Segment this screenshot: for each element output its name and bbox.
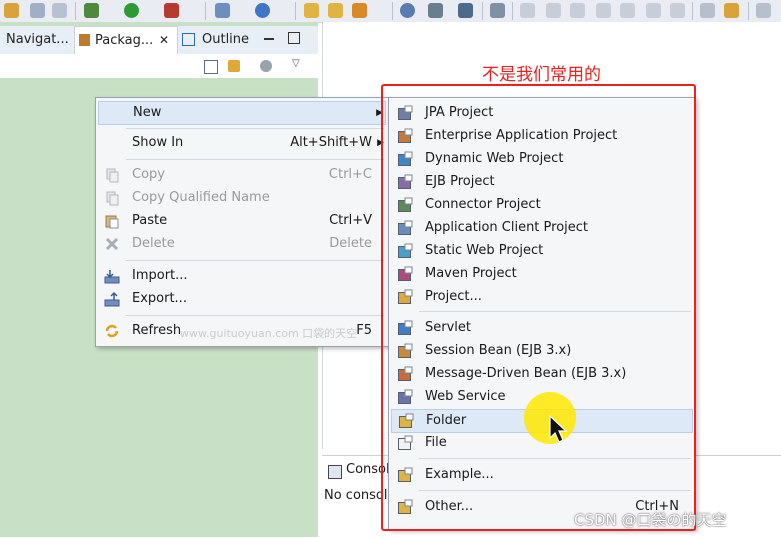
run-icon[interactable] — [124, 3, 139, 18]
refresh-shortcut: F5 — [356, 323, 372, 338]
monitor-icon[interactable] — [458, 3, 473, 18]
copy-shortcut: Ctrl+C — [328, 167, 372, 182]
search-icon[interactable] — [352, 3, 367, 18]
terminate-icon[interactable] — [570, 3, 585, 18]
globe-icon[interactable] — [400, 3, 415, 18]
menu-item-copy-label: Copy — [132, 167, 165, 182]
collapse-all-icon[interactable] — [204, 60, 218, 74]
toolbar-icon[interactable] — [4, 3, 19, 18]
menu-item-copy-qualified-label: Copy Qualified Name — [132, 190, 270, 205]
focus-icon[interactable] — [260, 60, 272, 72]
close-icon[interactable]: ✕ — [159, 27, 169, 54]
menu-item-paste[interactable]: Paste Ctrl+V — [98, 210, 386, 232]
open-folder-icon[interactable] — [328, 3, 343, 18]
delete-shortcut: Delete — [329, 236, 372, 251]
new-web-icon[interactable] — [255, 3, 270, 18]
menu-item-export-label: Export... — [132, 291, 187, 306]
pin-icon[interactable] — [428, 3, 443, 18]
mouse-cursor-icon — [548, 414, 568, 448]
minimize-icon[interactable] — [264, 38, 274, 40]
refresh-icon — [104, 323, 120, 339]
save-all-icon[interactable] — [52, 3, 67, 18]
link-editor-icon[interactable] — [228, 60, 240, 72]
copy-icon — [104, 167, 120, 183]
tool-icon[interactable] — [490, 3, 505, 18]
package-icon — [79, 34, 90, 46]
context-menu: New ▶ Show In Alt+Shift+W ▶ Copy Ctrl+C … — [95, 97, 389, 347]
menu-item-new[interactable]: New ▶ — [98, 101, 386, 125]
menu-item-show-in-label: Show In — [132, 135, 184, 150]
left-tab-bar: Navigat... Packag... ✕ Outline — [0, 26, 318, 55]
menu-item-paste-label: Paste — [132, 213, 168, 228]
menu-item-delete[interactable]: Delete Delete — [98, 233, 386, 255]
annotation-label: 不是我们常用的 — [482, 65, 601, 85]
view-menu-icon[interactable]: ▽ — [292, 58, 300, 69]
delete-icon — [104, 236, 120, 252]
tab-outline-label: Outline — [202, 32, 250, 47]
resume-icon[interactable] — [520, 3, 535, 18]
menu-item-copy-qualified-name[interactable]: Copy Qualified Name — [98, 187, 386, 209]
tab-navigator[interactable]: Navigat... — [6, 26, 69, 53]
csdn-watermark: CSDN @口袋の的天空 — [574, 511, 727, 529]
faint-watermark: www.guituoyuan.com 口袋的天空 — [180, 327, 358, 340]
next-annotation-icon[interactable] — [724, 3, 739, 18]
save-icon[interactable] — [30, 3, 45, 18]
step-over-icon[interactable] — [620, 3, 635, 18]
main-toolbar — [0, 0, 781, 23]
show-in-shortcut: Alt+Shift+W — [290, 135, 372, 150]
menu-item-copy[interactable]: Copy Ctrl+C — [98, 164, 386, 186]
external-tools-icon[interactable] — [164, 3, 179, 18]
console-text: No consol — [324, 488, 388, 503]
menu-item-refresh-label: Refresh — [132, 323, 182, 338]
import-icon — [104, 268, 120, 284]
paste-icon — [104, 213, 120, 229]
console-icon — [328, 465, 342, 479]
tab-package-label: Packag... — [95, 33, 154, 48]
drop-frame-icon[interactable] — [670, 3, 685, 18]
tab-package-explorer[interactable]: Packag... ✕ — [74, 26, 178, 54]
menu-item-import[interactable]: Import... — [98, 265, 386, 287]
step-into-icon[interactable] — [596, 3, 611, 18]
annotation-box — [381, 84, 696, 531]
open-type-icon[interactable] — [304, 3, 319, 18]
menu-item-new-label: New — [133, 105, 162, 120]
new-server-icon[interactable] — [215, 3, 230, 18]
menu-item-import-label: Import... — [132, 268, 188, 283]
editor-tab-area — [322, 22, 781, 54]
copy-qualified-icon — [104, 190, 120, 206]
menu-item-show-in[interactable]: Show In Alt+Shift+W ▶ — [98, 132, 386, 154]
maximize-icon[interactable] — [288, 32, 300, 44]
menu-item-export[interactable]: Export... — [98, 288, 386, 310]
annotation-icon[interactable] — [700, 3, 715, 18]
outline-icon — [182, 33, 195, 46]
tab-navigator-label: Navigat... — [6, 32, 69, 47]
back-icon[interactable] — [756, 3, 771, 18]
suspend-icon[interactable] — [546, 3, 561, 18]
debug-icon[interactable] — [84, 3, 99, 18]
export-icon — [104, 291, 120, 307]
view-toolbar: ▽ — [0, 54, 318, 78]
step-return-icon[interactable] — [646, 3, 661, 18]
paste-shortcut: Ctrl+V — [329, 213, 372, 228]
menu-item-delete-label: Delete — [132, 236, 175, 251]
